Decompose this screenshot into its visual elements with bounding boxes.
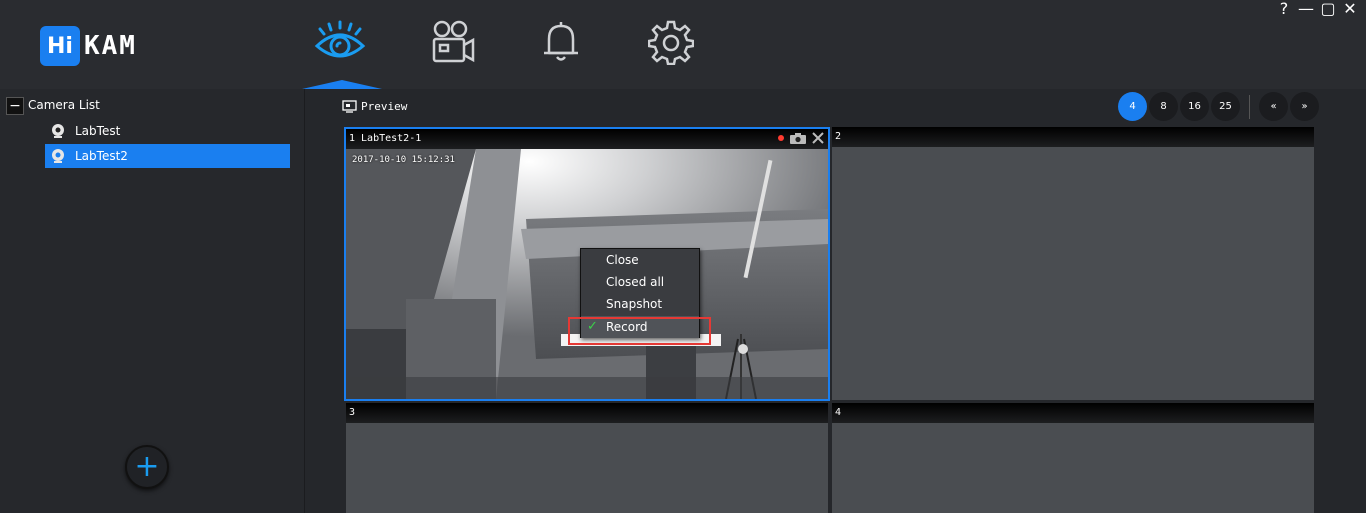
menu-item-label: Close [606, 253, 639, 267]
layout-16-button[interactable]: 16 [1180, 92, 1209, 121]
nav-alarm[interactable] [533, 14, 589, 70]
tile-header: 1 LabTest2-1 [346, 129, 828, 149]
menu-item-closed-all[interactable]: Closed all [581, 271, 699, 293]
app-logo: Hi KAM [40, 26, 137, 66]
recording-dot-icon [778, 135, 784, 141]
camera-label: LabTest [75, 124, 121, 138]
nav-settings[interactable] [643, 14, 699, 70]
camera-item-labtest[interactable]: LabTest [45, 119, 290, 143]
tile-header: 4 [832, 403, 1314, 423]
layout-4-button[interactable]: 4 [1118, 92, 1147, 121]
close-window-button[interactable]: ✕ [1342, 0, 1358, 18]
layout-switcher: 4 8 16 25 « » [1118, 92, 1319, 121]
video-camera-icon [432, 20, 475, 63]
tile-tools [778, 132, 824, 144]
preview-label-text: Preview [361, 99, 408, 113]
next-page-button[interactable]: » [1290, 92, 1319, 121]
tile-header: 2 [832, 127, 1314, 147]
layout-8-button[interactable]: 8 [1149, 92, 1178, 121]
webcam-icon [52, 124, 64, 138]
collapse-toggle[interactable]: − [6, 97, 24, 115]
menu-item-label: Snapshot [606, 297, 663, 311]
camera-item-labtest2[interactable]: LabTest2 [45, 144, 290, 168]
timestamp-overlay: 2017-10-10 15:12:31 [352, 155, 455, 165]
active-nav-indicator [302, 80, 382, 89]
previous-page-button[interactable]: « [1259, 92, 1288, 121]
webcam-icon [52, 149, 64, 163]
menu-item-label: Closed all [606, 275, 665, 289]
record-highlight-annotation [568, 317, 711, 345]
menu-item-snapshot[interactable]: Snapshot [581, 293, 699, 315]
snapshot-camera-icon[interactable] [790, 132, 806, 144]
nav-playback[interactable] [424, 14, 480, 70]
gear-icon [648, 20, 694, 65]
bell-icon [544, 22, 578, 61]
layout-25-button[interactable]: 25 [1211, 92, 1240, 121]
minimize-button[interactable]: — [1298, 0, 1314, 18]
top-bar: Hi KAM ? — ▢ ✕ [0, 0, 1366, 89]
close-tile-icon[interactable] [812, 132, 824, 144]
help-button[interactable]: ? [1276, 0, 1292, 18]
add-camera-button[interactable]: + [125, 445, 169, 489]
video-tile-3[interactable]: 3 [346, 403, 828, 513]
preview-title: Preview [342, 98, 407, 114]
camera-sidebar: − Camera List LabTest LabTest2 + [0, 89, 305, 513]
video-tile-4[interactable]: 4 [832, 403, 1314, 513]
monitor-icon [342, 99, 357, 113]
video-tile-2[interactable]: 2 [832, 127, 1314, 400]
logo-badge: Hi [40, 26, 80, 66]
eye-icon [314, 20, 366, 58]
tile-header: 3 [346, 403, 828, 423]
camera-list-title: Camera List [28, 98, 100, 112]
maximize-button[interactable]: ▢ [1320, 0, 1336, 18]
camera-label: LabTest2 [75, 149, 128, 163]
logo-text: KAM [84, 31, 137, 61]
layout-separator [1249, 94, 1250, 119]
window-controls: ? — ▢ ✕ [1276, 0, 1358, 18]
nav-preview[interactable] [312, 14, 368, 70]
menu-item-close[interactable]: Close [581, 249, 699, 271]
tile-title: 1 LabTest2-1 [349, 133, 422, 144]
